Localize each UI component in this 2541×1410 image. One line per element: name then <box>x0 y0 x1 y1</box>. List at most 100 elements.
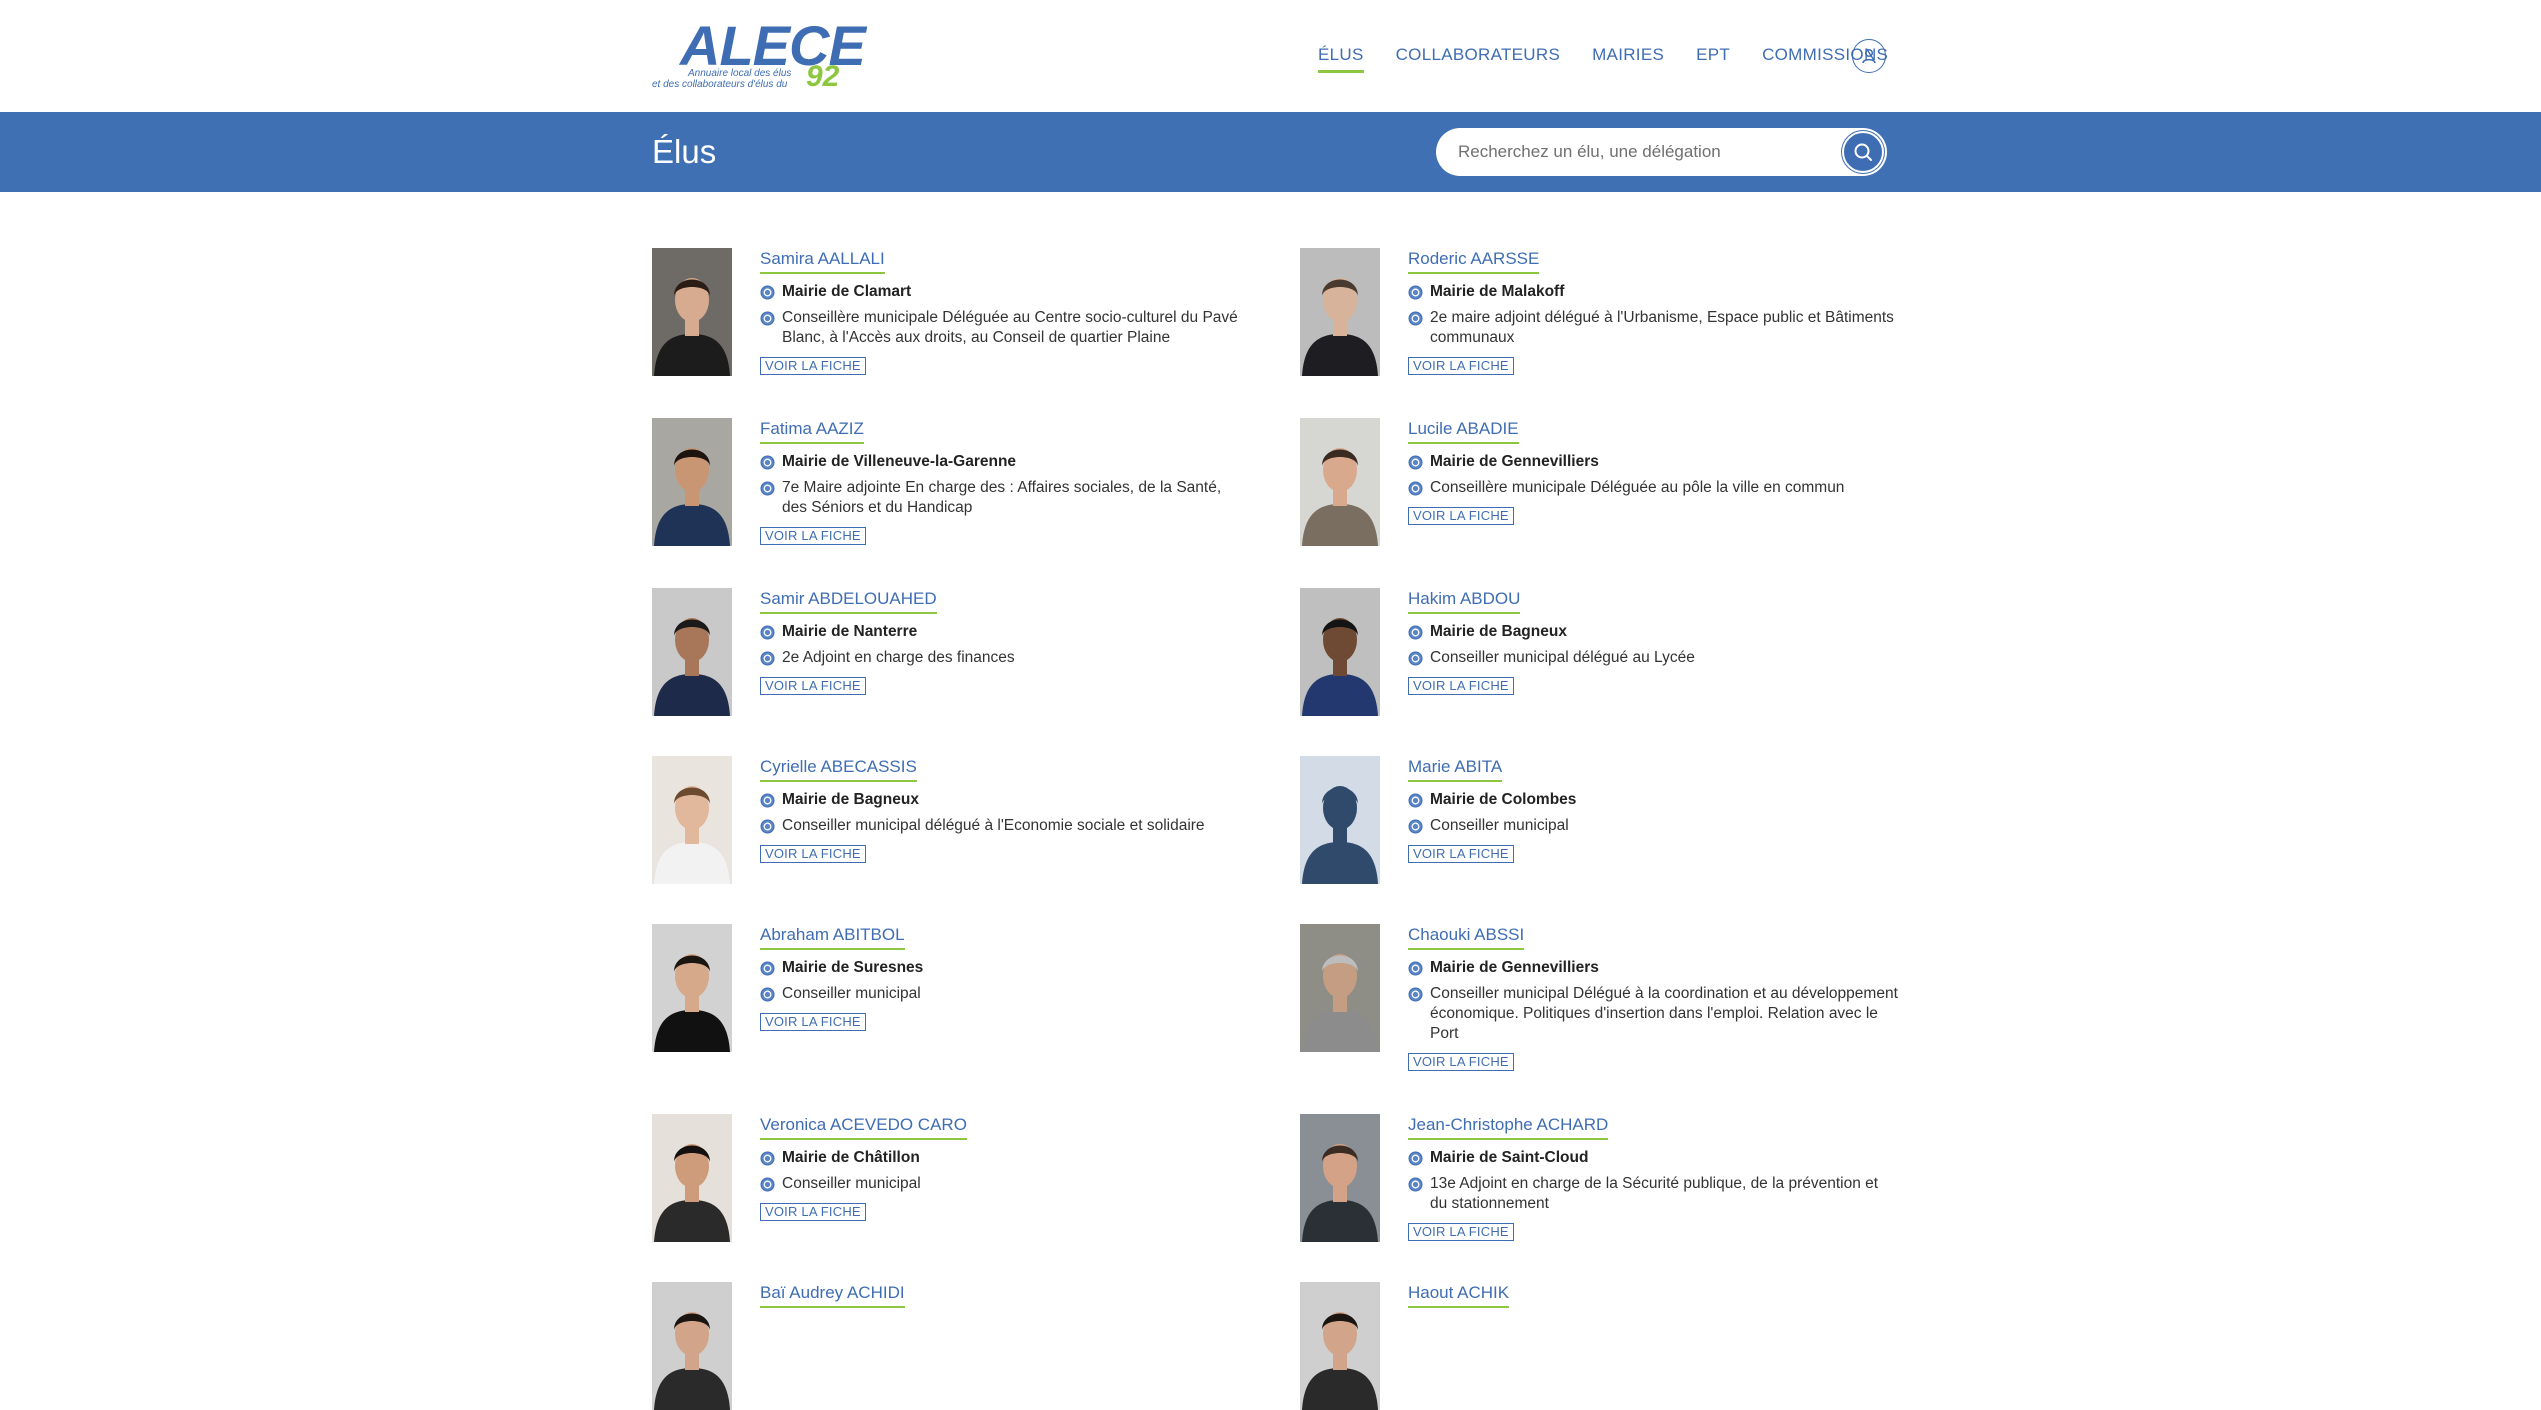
elu-name-link[interactable]: Baï Audrey ACHIDI <box>760 1282 905 1308</box>
voir-la-fiche-button[interactable]: VOIR LA FICHE <box>1408 677 1514 695</box>
elu-photo[interactable] <box>652 756 732 884</box>
elu-mairie-text: Mairie de Suresnes <box>782 959 924 976</box>
elu-photo[interactable] <box>652 1282 732 1410</box>
elu-info: Fatima AAZIZ Mairie de Villeneuve-la-Gare… <box>760 418 1250 545</box>
elu-name-link[interactable]: Chaouki ABSSI <box>1408 924 1525 950</box>
role-bullet-icon <box>1408 481 1423 496</box>
elu-name-link[interactable]: Roderic AARSSE <box>1408 248 1540 274</box>
elu-role-text: Conseiller municipal délégué au Lycée <box>1430 649 1695 666</box>
elu-mairie: Mairie de Châtillon <box>760 1148 1250 1168</box>
elu-mairie: Mairie de Malakoff <box>1408 282 1898 302</box>
logo-tagline-1: Annuaire local des élus <box>688 68 792 79</box>
elu-mairie: Mairie de Bagneux <box>760 790 1250 810</box>
elu-role-text: 2e maire adjoint délégué à l'Urbanisme, … <box>1430 309 1894 346</box>
elu-name-link[interactable]: Fatima AAZIZ <box>760 418 864 444</box>
nav-item-mairies[interactable]: MAIRIES <box>1592 44 1664 68</box>
voir-la-fiche-button[interactable]: VOIR LA FICHE <box>760 1203 866 1221</box>
elu-mairie: Mairie de Gennevilliers <box>1408 958 1898 978</box>
page-banner: Élus <box>0 112 2541 192</box>
elu-info: Samir ABDELOUAHED Mairie de Nanterre 2e Ad… <box>760 588 1250 695</box>
elu-role: Conseillère municipale Déléguée au Centr… <box>760 308 1250 348</box>
elu-photo[interactable] <box>652 248 732 376</box>
logo-tagline-2: et des collaborateurs d'élus du <box>652 79 788 90</box>
user-account-button[interactable] <box>1852 39 1886 73</box>
user-icon <box>1862 48 1876 64</box>
nav-item-ept[interactable]: EPT <box>1696 44 1730 68</box>
elu-info: Marie ABITA Mairie de Colombes Conseiller … <box>1408 756 1898 863</box>
elu-info: Lucile ABADIE Mairie de Gennevilliers Cons… <box>1408 418 1898 525</box>
elu-name-link[interactable]: Cyrielle ABECASSIS <box>760 756 917 782</box>
elu-mairie-text: Mairie de Gennevilliers <box>1430 453 1599 470</box>
voir-la-fiche-button[interactable]: VOIR LA FICHE <box>1408 1223 1514 1241</box>
role-bullet-icon <box>1408 651 1423 666</box>
elu-photo[interactable] <box>1300 248 1380 376</box>
voir-la-fiche-button[interactable]: VOIR LA FICHE <box>760 357 866 375</box>
elu-role-text: Conseiller municipal <box>1430 817 1569 834</box>
elu-info: Jean-Christophe ACHARD Mairie de Saint-Cl… <box>1408 1114 1898 1241</box>
search-icon <box>1854 143 1872 161</box>
elu-role: Conseiller municipal <box>760 1174 1250 1194</box>
alece-logo[interactable]: ALECE Annuaire local des élus et des col… <box>652 18 866 92</box>
header: ALECE Annuaire local des élus et des col… <box>0 0 2541 112</box>
elu-photo[interactable] <box>652 1114 732 1242</box>
elu-name-link[interactable]: Jean-Christophe ACHARD <box>1408 1114 1609 1140</box>
elu-photo[interactable] <box>1300 418 1380 546</box>
elu-name-link[interactable]: Lucile ABADIE <box>1408 418 1519 444</box>
elu-role: Conseiller municipal <box>1408 816 1898 836</box>
elu-role: Conseiller municipal <box>760 984 1250 1004</box>
elu-role: 7e Maire adjointe En charge des : Affair… <box>760 478 1250 518</box>
nav-item-collaborateurs[interactable]: COLLABORATEURS <box>1396 44 1560 68</box>
elu-name-link[interactable]: Samir ABDELOUAHED <box>760 588 937 614</box>
elu-info: Haout ACHIK <box>1408 1282 1898 1308</box>
location-bullet-icon <box>760 455 775 470</box>
elu-name-link[interactable]: Haout ACHIK <box>1408 1282 1510 1308</box>
elu-name-link[interactable]: Marie ABITA <box>1408 756 1503 782</box>
elu-name-link[interactable]: Veronica ACEVEDO CARO <box>760 1114 967 1140</box>
location-bullet-icon <box>1408 455 1423 470</box>
elu-role-text: 2e Adjoint en charge des finances <box>782 649 1015 666</box>
elu-info: Roderic AARSSE Mairie de Malakoff 2e maire… <box>1408 248 1898 375</box>
elu-info: Hakim ABDOU Mairie de Bagneux Conseiller m… <box>1408 588 1898 695</box>
elu-mairie: Mairie de Saint-Cloud <box>1408 1148 1898 1168</box>
voir-la-fiche-button[interactable]: VOIR LA FICHE <box>1408 845 1514 863</box>
voir-la-fiche-button[interactable]: VOIR LA FICHE <box>760 527 866 545</box>
elu-name-link[interactable]: Hakim ABDOU <box>1408 588 1521 614</box>
search-input[interactable] <box>1456 128 1826 176</box>
elu-photo[interactable] <box>1300 588 1380 716</box>
elu-photo[interactable] <box>1300 924 1380 1052</box>
location-bullet-icon <box>760 793 775 808</box>
elu-info: Cyrielle ABECASSIS Mairie de Bagneux Conse… <box>760 756 1250 863</box>
elu-photo[interactable] <box>652 588 732 716</box>
elu-photo[interactable] <box>1300 1282 1380 1410</box>
elu-photo[interactable] <box>652 418 732 546</box>
voir-la-fiche-button[interactable]: VOIR LA FICHE <box>1408 357 1514 375</box>
elus-list: Samira AALLALI Mairie de Clamart Conseillè… <box>652 248 1898 1410</box>
elu-name-link[interactable]: Abraham ABITBOL <box>760 924 905 950</box>
elu-photo[interactable] <box>1300 756 1380 884</box>
voir-la-fiche-button[interactable]: VOIR LA FICHE <box>760 1013 866 1031</box>
voir-la-fiche-button[interactable]: VOIR LA FICHE <box>760 845 866 863</box>
voir-la-fiche-button[interactable]: VOIR LA FICHE <box>760 677 866 695</box>
voir-la-fiche-button[interactable]: VOIR LA FICHE <box>1408 507 1514 525</box>
location-bullet-icon <box>1408 793 1423 808</box>
elu-role: 13e Adjoint en charge de la Sécurité pub… <box>1408 1174 1898 1214</box>
elu-mairie-text: Mairie de Bagneux <box>782 791 919 808</box>
elu-role: Conseiller municipal délégué au Lycée <box>1408 648 1898 668</box>
nav-item-elus[interactable]: ÉLUS <box>1318 44 1364 73</box>
elu-photo[interactable] <box>652 924 732 1052</box>
search-button[interactable] <box>1842 131 1884 173</box>
elu-name-link[interactable]: Samira AALLALI <box>760 248 885 274</box>
elu-mairie: Mairie de Bagneux <box>1408 622 1898 642</box>
location-bullet-icon <box>760 1151 775 1166</box>
voir-la-fiche-button[interactable]: VOIR LA FICHE <box>1408 1053 1514 1071</box>
location-bullet-icon <box>1408 1151 1423 1166</box>
role-bullet-icon <box>760 819 775 834</box>
elu-info: Baï Audrey ACHIDI <box>760 1282 1250 1308</box>
elu-role-text: Conseiller municipal Délégué à la coordi… <box>1430 985 1898 1042</box>
elu-info: Chaouki ABSSI Mairie de Gennevilliers Cons… <box>1408 924 1898 1071</box>
elu-photo[interactable] <box>1300 1114 1380 1242</box>
location-bullet-icon <box>760 961 775 976</box>
elu-mairie-text: Mairie de Malakoff <box>1430 283 1565 300</box>
location-bullet-icon <box>760 285 775 300</box>
role-bullet-icon <box>760 311 775 326</box>
